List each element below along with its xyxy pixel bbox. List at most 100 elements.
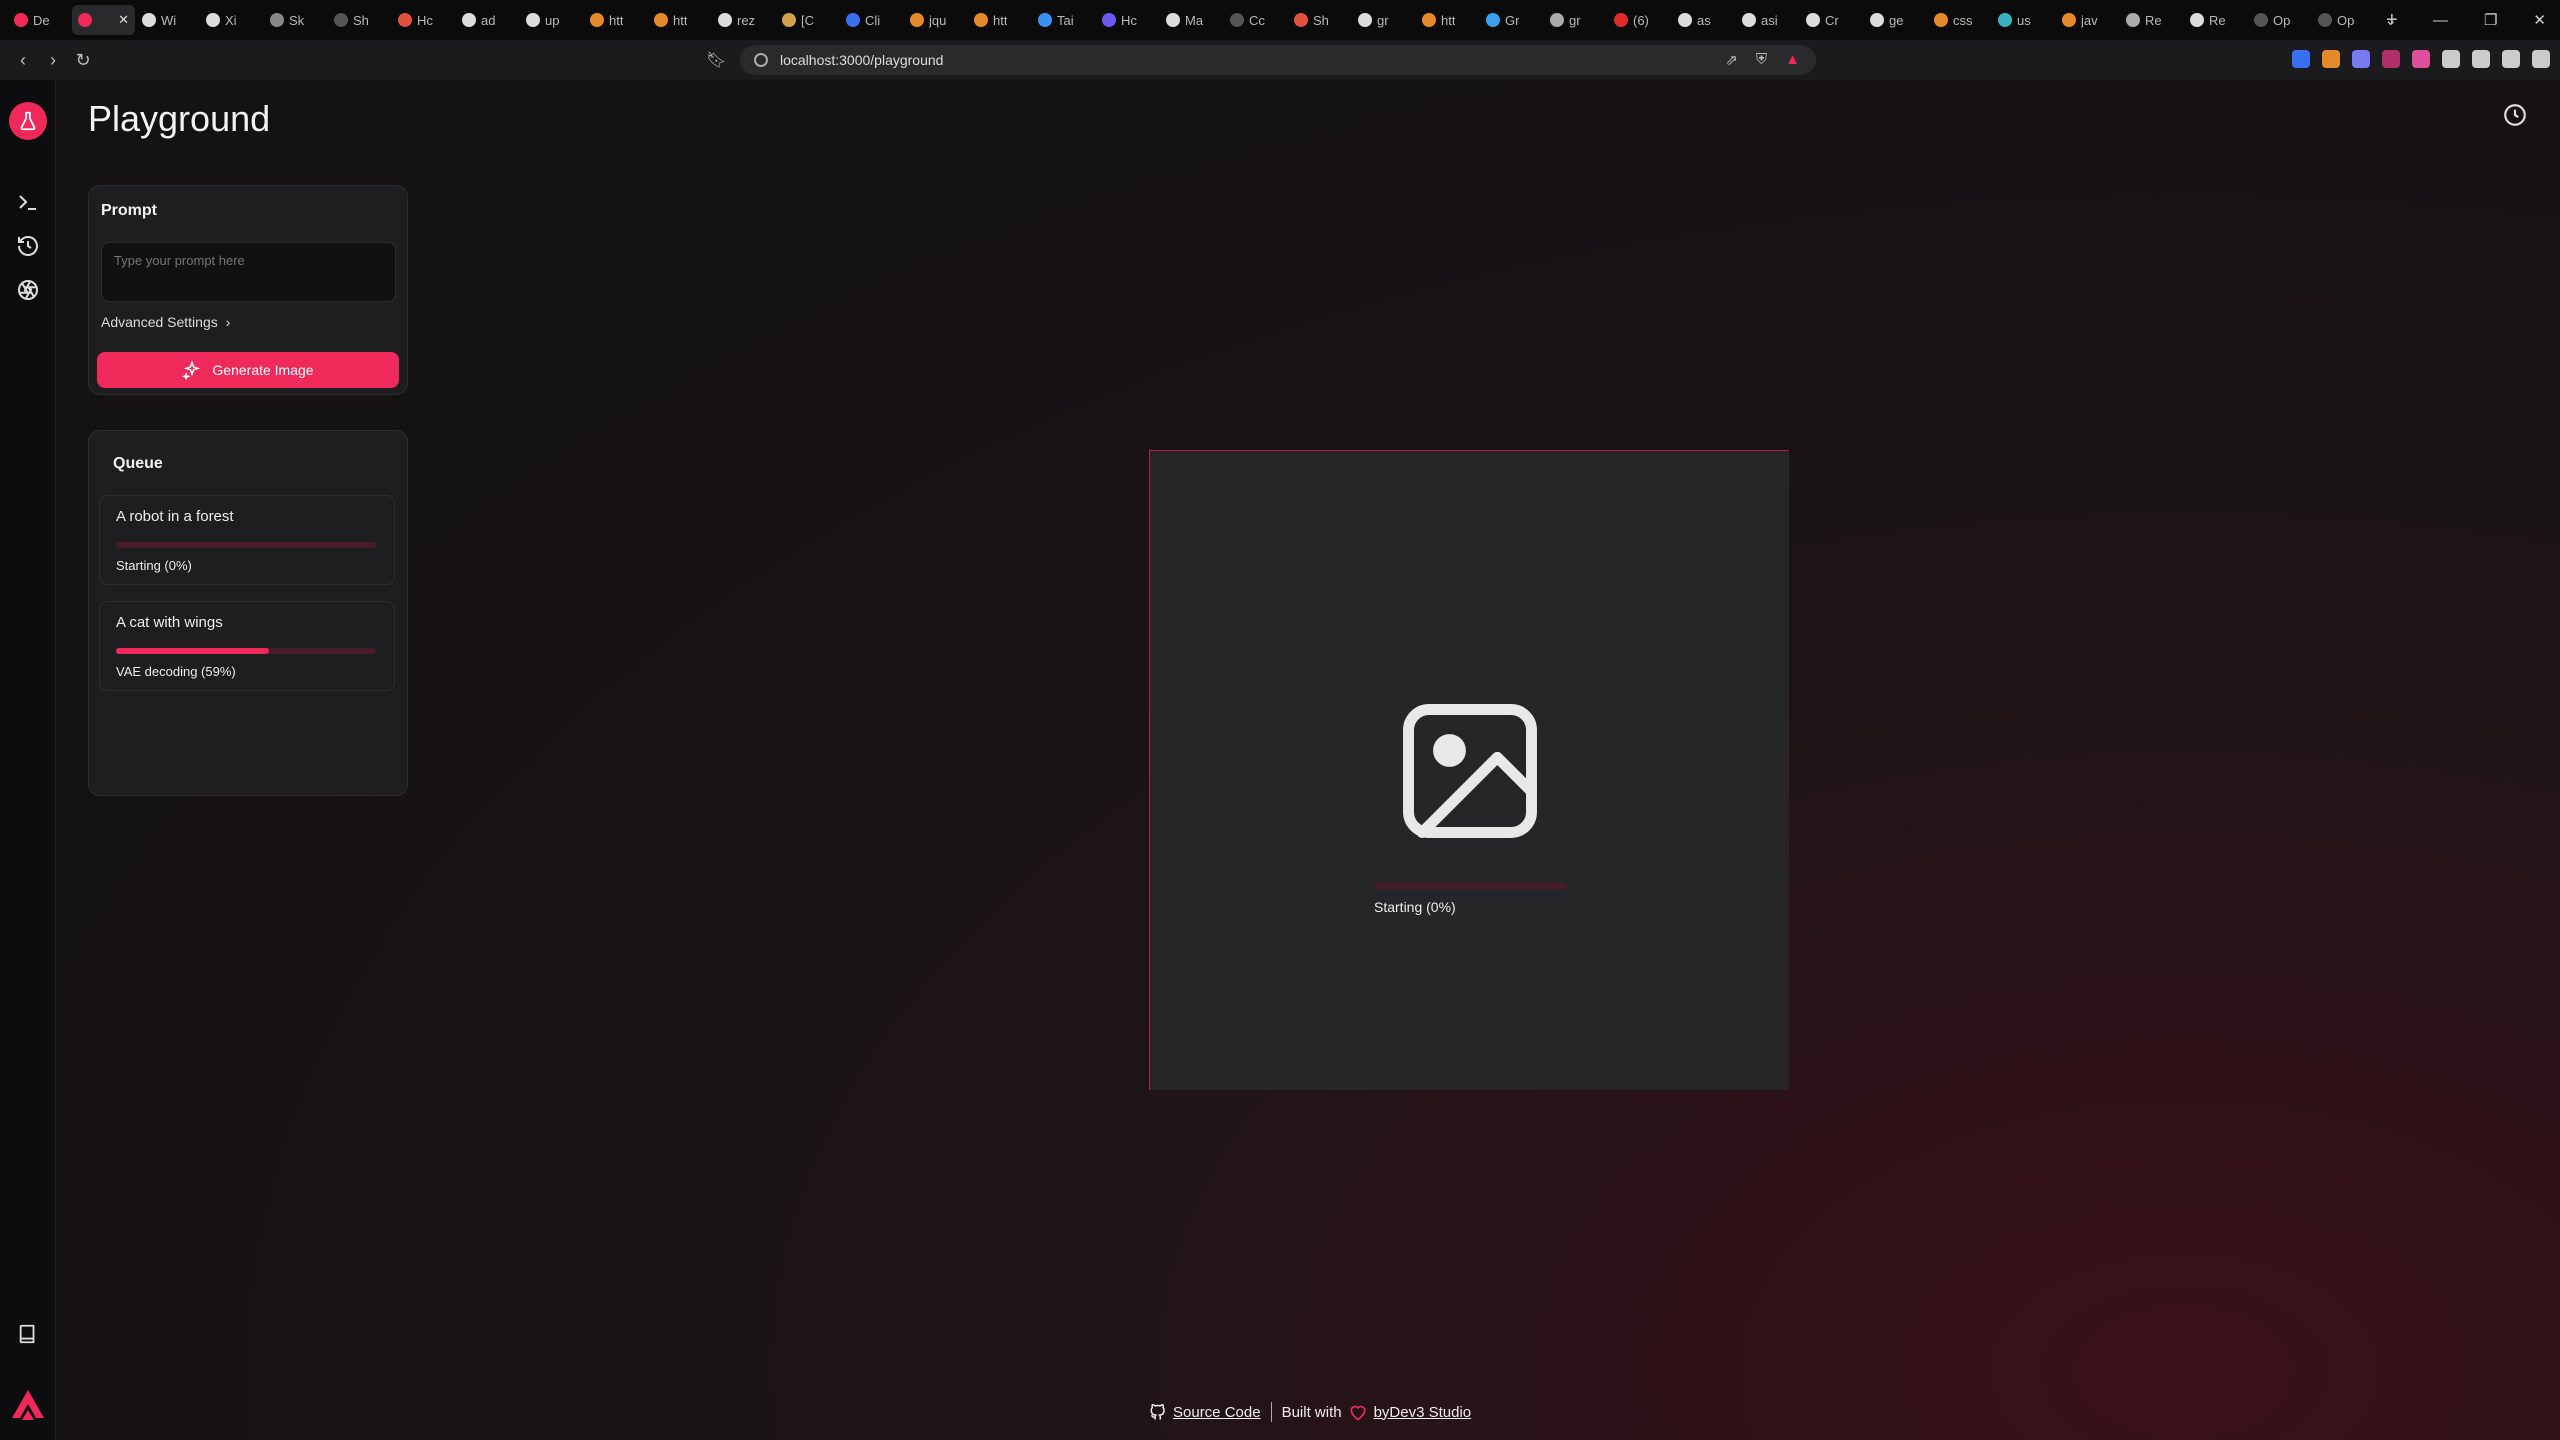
rewards-icon[interactable]: ▲ — [1785, 51, 1800, 69]
queue-item-title: A cat with wings — [116, 614, 223, 631]
extension-icon[interactable] — [2502, 50, 2520, 68]
browser-tab[interactable]: Cr — [1800, 5, 1863, 35]
shield-icon[interactable]: ⛨ — [1756, 51, 1767, 69]
browser-tab[interactable]: htt — [968, 5, 1031, 35]
extension-icon[interactable] — [2472, 50, 2490, 68]
advanced-settings-toggle[interactable]: Advanced Settings › — [101, 314, 230, 330]
share-icon[interactable]: ⇗ — [1725, 51, 1738, 69]
forward-button[interactable]: › — [38, 50, 68, 71]
browser-tab[interactable]: htt — [1416, 5, 1479, 35]
browser-tab[interactable]: ad — [456, 5, 519, 35]
browser-tab[interactable]: gr — [1352, 5, 1415, 35]
extension-icon[interactable] — [2532, 50, 2550, 68]
studio-link[interactable]: byDev3 Studio — [1374, 1404, 1472, 1421]
browser-tab[interactable]: Wi — [136, 5, 199, 35]
queue-item[interactable]: A cat with wings VAE decoding (59%) — [99, 601, 395, 691]
sparkles-icon — [182, 360, 201, 380]
tab-label: as — [1697, 12, 1711, 28]
address-bar-actions: ⇗ ⛨ ▲ — [1725, 51, 1800, 69]
browser-tab[interactable]: Re — [2120, 5, 2183, 35]
close-window-button[interactable]: ✕ — [2533, 11, 2546, 29]
source-code-link[interactable]: Source Code — [1173, 1404, 1261, 1421]
browser-tab[interactable]: Sh — [1288, 5, 1351, 35]
browser-tab[interactable]: Sh — [328, 5, 391, 35]
playground-nav-button[interactable] — [12, 186, 44, 218]
docs-nav-button[interactable] — [12, 1318, 44, 1350]
prompt-card: Prompt Advanced Settings › Generate Imag… — [88, 185, 408, 395]
history-nav-button[interactable] — [12, 230, 44, 262]
browser-tab[interactable]: ✕ — [72, 5, 135, 35]
browser-tab[interactable]: rez — [712, 5, 775, 35]
browser-tab[interactable]: htt — [648, 5, 711, 35]
extension-icon[interactable] — [2382, 50, 2400, 68]
minimize-button[interactable]: — — [2433, 12, 2448, 29]
tab-favicon-icon — [1742, 13, 1756, 27]
tab-favicon-icon — [2190, 13, 2204, 27]
history-button[interactable] — [2502, 102, 2532, 132]
tab-favicon-icon — [1166, 13, 1180, 27]
browser-tab[interactable]: Xi — [200, 5, 263, 35]
generate-image-label: Generate Image — [212, 362, 314, 378]
browser-tab[interactable]: Ma — [1160, 5, 1223, 35]
built-with-text: Built with — [1281, 1403, 1342, 1421]
queue-item-progress-track — [116, 648, 376, 654]
browser-tab[interactable]: Cc — [1224, 5, 1287, 35]
back-button[interactable]: ‹ — [8, 50, 38, 71]
browser-tab[interactable]: jav — [2056, 5, 2119, 35]
generate-image-button[interactable]: Generate Image — [97, 352, 399, 388]
browser-toolbar: ‹ › ↻ 🔖︎ localhost:3000/playground ⇗ ⛨ ▲ — [0, 40, 2560, 80]
extension-icon[interactable] — [2322, 50, 2340, 68]
tab-label: Sk — [289, 12, 305, 28]
browser-tab[interactable]: jqu — [904, 5, 967, 35]
close-tab-icon[interactable]: ✕ — [118, 12, 129, 28]
tab-favicon-icon — [1678, 13, 1692, 27]
restore-button[interactable]: ❐ — [2484, 11, 2497, 29]
browser-tab[interactable]: Hc — [392, 5, 455, 35]
tab-label: gr — [1377, 12, 1389, 28]
browser-tab[interactable]: Sk — [264, 5, 327, 35]
bookmark-icon[interactable]: 🔖︎ — [706, 50, 726, 70]
tab-label: Hc — [417, 12, 433, 28]
browser-tab[interactable]: Re — [2184, 5, 2247, 35]
browser-tab[interactable]: gr — [1544, 5, 1607, 35]
browser-tab[interactable]: Op — [2248, 5, 2311, 35]
tab-label: jav — [2081, 12, 2098, 28]
extension-icon[interactable] — [2442, 50, 2460, 68]
reload-button[interactable]: ↻ — [68, 50, 98, 71]
address-bar[interactable]: localhost:3000/playground ⇗ ⛨ ▲ — [740, 45, 1816, 75]
browser-tab[interactable]: De — [8, 5, 71, 35]
browser-tab[interactable]: Op — [2312, 5, 2375, 35]
browser-tab[interactable]: (6) — [1608, 5, 1671, 35]
tab-label: ad — [481, 12, 496, 28]
browser-tab[interactable]: ge — [1864, 5, 1927, 35]
browser-tab[interactable]: us — [1992, 5, 2055, 35]
browser-tab[interactable]: htt — [584, 5, 647, 35]
tab-label: (6) — [1633, 12, 1649, 28]
queue-item[interactable]: A robot in a forest Starting (0%) — [99, 495, 395, 585]
brand-logo-icon[interactable] — [8, 1386, 48, 1426]
browser-tab[interactable]: Tai — [1032, 5, 1095, 35]
models-nav-button[interactable] — [12, 274, 44, 306]
browser-tab[interactable]: Hc — [1096, 5, 1159, 35]
url-text[interactable]: localhost:3000/playground — [780, 52, 943, 68]
prompt-input[interactable] — [101, 242, 396, 302]
tab-favicon-icon — [462, 13, 476, 27]
browser-tab[interactable]: css — [1928, 5, 1991, 35]
tab-favicon-icon — [78, 13, 92, 27]
browser-tab[interactable]: [C — [776, 5, 839, 35]
browser-tab[interactable]: Gr — [1480, 5, 1543, 35]
tab-favicon-icon — [1294, 13, 1308, 27]
site-info-icon[interactable] — [754, 53, 768, 67]
extension-icon[interactable] — [2352, 50, 2370, 68]
app-logo-icon[interactable] — [9, 102, 47, 140]
browser-tab[interactable]: up — [520, 5, 583, 35]
browser-tab[interactable]: as — [1672, 5, 1735, 35]
extension-icon[interactable] — [2292, 50, 2310, 68]
browser-tab[interactable]: asi — [1736, 5, 1799, 35]
tab-search-icon[interactable]: ⌄ — [2384, 11, 2397, 29]
tab-label: Cr — [1825, 12, 1839, 28]
browser-tab[interactable]: Cli — [840, 5, 903, 35]
preview-progress-track — [1374, 883, 1566, 889]
tab-label: Xi — [225, 12, 237, 28]
extension-icon[interactable] — [2412, 50, 2430, 68]
